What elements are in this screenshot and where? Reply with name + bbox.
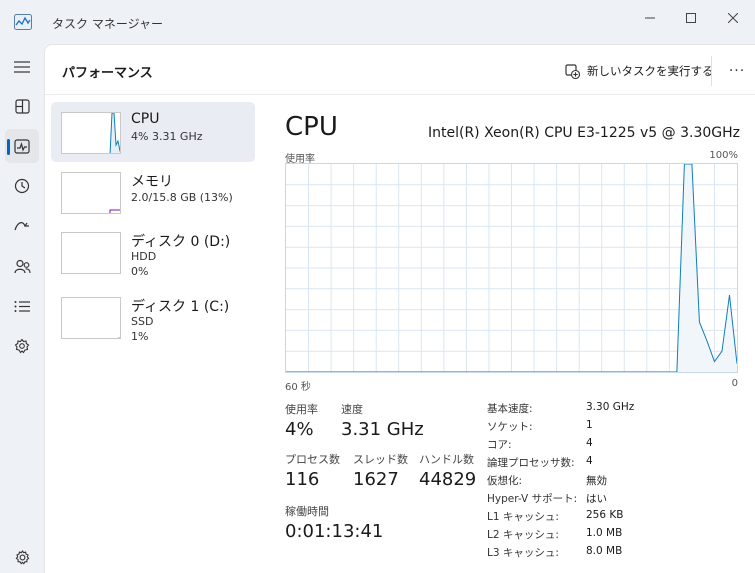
resource-name: ディスク 0 (D:) [131, 234, 231, 250]
disk-0-thumbnail [61, 232, 121, 274]
cpu-usage-graph [285, 163, 738, 373]
spec-value: 4 [586, 437, 593, 449]
spec-value: 無効 [586, 475, 607, 487]
spec-value: はい [586, 493, 607, 505]
title-bar: タスク マネージャー [0, 0, 755, 44]
spec-key: Hyper-V サポート: [487, 493, 578, 505]
header-divider [711, 56, 712, 86]
uptime-value: 0:01:13:41 [285, 521, 384, 542]
resource-type: SSD [131, 315, 154, 328]
spec-key: ソケット: [487, 421, 533, 433]
startup-icon [14, 222, 29, 231]
resource-usage: 0% [131, 265, 149, 278]
gear-icon [15, 549, 29, 564]
page-header: パフォーマンス 新しいタスクを実行する ··· [45, 45, 755, 95]
minimize-icon [645, 17, 655, 19]
nav-rail [0, 44, 44, 573]
resource-memory[interactable]: メモリ 2.0/15.8 GB (13%) [51, 162, 255, 222]
graph-xleft-label: 60 秒 [285, 382, 311, 393]
threads-label: スレッド数 [353, 453, 408, 466]
threads-value: 1627 [353, 469, 399, 490]
hamburger-icon [14, 61, 30, 73]
minimize-button[interactable] [627, 4, 673, 32]
spec-key: コア: [487, 439, 512, 451]
run-new-task-button[interactable]: 新しいタスクを実行する [559, 58, 720, 84]
nav-performance[interactable] [5, 129, 39, 163]
memory-thumbnail [61, 172, 121, 214]
handles-value: 44829 [419, 469, 477, 490]
history-icon [14, 178, 30, 194]
spec-value: 1.0 MB [586, 527, 623, 539]
processes-value: 116 [285, 469, 320, 490]
disk-1-thumbnail [61, 297, 121, 339]
services-icon [14, 338, 30, 354]
processor-name: Intel(R) Xeon(R) CPU E3-1225 v5 @ 3.30GH… [428, 125, 740, 141]
graph-ymax-label: 100% [709, 150, 738, 161]
speed-value: 3.31 GHz [341, 419, 424, 440]
maximize-button[interactable] [668, 4, 714, 32]
spec-value: 8.0 MB [586, 545, 623, 557]
close-button[interactable] [710, 4, 755, 32]
graph-xright-label: 0 [731, 378, 738, 389]
usage-label: 使用率 [285, 403, 318, 416]
nav-startup-apps[interactable] [5, 209, 39, 243]
spec-key: L3 キャッシュ: [487, 547, 559, 559]
active-indicator [7, 139, 10, 155]
nav-processes[interactable] [5, 89, 39, 123]
close-icon [728, 13, 738, 23]
task-manager-icon [14, 14, 32, 30]
spec-value: 256 KB [586, 509, 624, 521]
window-title: タスク マネージャー [52, 17, 163, 31]
more-options-button[interactable]: ··· [724, 58, 750, 84]
details-icon [14, 300, 30, 312]
resource-disk-0[interactable]: ディスク 0 (D:) HDD 0% [51, 222, 255, 282]
cpu-usage-chart [286, 163, 738, 373]
nav-users[interactable] [5, 249, 39, 283]
resource-disk-1[interactable]: ディスク 1 (C:) SSD 1% [51, 287, 255, 347]
resource-type: HDD [131, 250, 157, 263]
hamburger-menu-button[interactable] [5, 50, 39, 84]
resource-usage: 4% 3.31 GHz [131, 130, 203, 143]
resource-name: ディスク 1 (C:) [131, 299, 230, 315]
processes-label: プロセス数 [285, 453, 340, 466]
spec-key: L1 キャッシュ: [487, 511, 559, 523]
cpu-thumbnail [61, 112, 121, 154]
processes-icon [14, 98, 30, 114]
spec-key: 仮想化: [487, 475, 523, 487]
run-new-task-label: 新しいタスクを実行する [587, 64, 714, 78]
detail-title: CPU [285, 112, 338, 142]
spec-value: 3.30 GHz [586, 401, 635, 413]
performance-icon [14, 138, 30, 154]
handles-label: ハンドル数 [419, 453, 474, 466]
users-icon [13, 259, 31, 273]
spec-key: 基本速度: [487, 403, 533, 415]
nav-app-history[interactable] [5, 169, 39, 203]
resource-usage: 2.0/15.8 GB (13%) [131, 191, 233, 204]
resource-name: CPU [131, 111, 160, 127]
resource-usage: 1% [131, 330, 149, 343]
usage-value: 4% [285, 419, 314, 440]
speed-label: 速度 [341, 403, 363, 416]
resource-cpu[interactable]: CPU 4% 3.31 GHz [51, 102, 255, 162]
uptime-label: 稼働時間 [285, 505, 329, 518]
page-title: パフォーマンス [62, 66, 153, 81]
spec-key: L2 キャッシュ: [487, 529, 559, 541]
spec-value: 1 [586, 419, 593, 431]
cpu-detail: CPU Intel(R) Xeon(R) CPU E3-1225 v5 @ 3.… [285, 95, 755, 573]
maximize-icon [686, 13, 696, 23]
spec-key: 論理プロセッサ数: [487, 457, 575, 469]
content-panel: パフォーマンス 新しいタスクを実行する ··· CPU 4% 3.31 GHz … [44, 44, 755, 573]
spec-value: 4 [586, 455, 593, 467]
new-task-icon [565, 63, 580, 79]
nav-services[interactable] [5, 329, 39, 363]
nav-details[interactable] [5, 289, 39, 323]
nav-settings[interactable] [5, 540, 39, 573]
resource-name: メモリ [131, 174, 173, 190]
